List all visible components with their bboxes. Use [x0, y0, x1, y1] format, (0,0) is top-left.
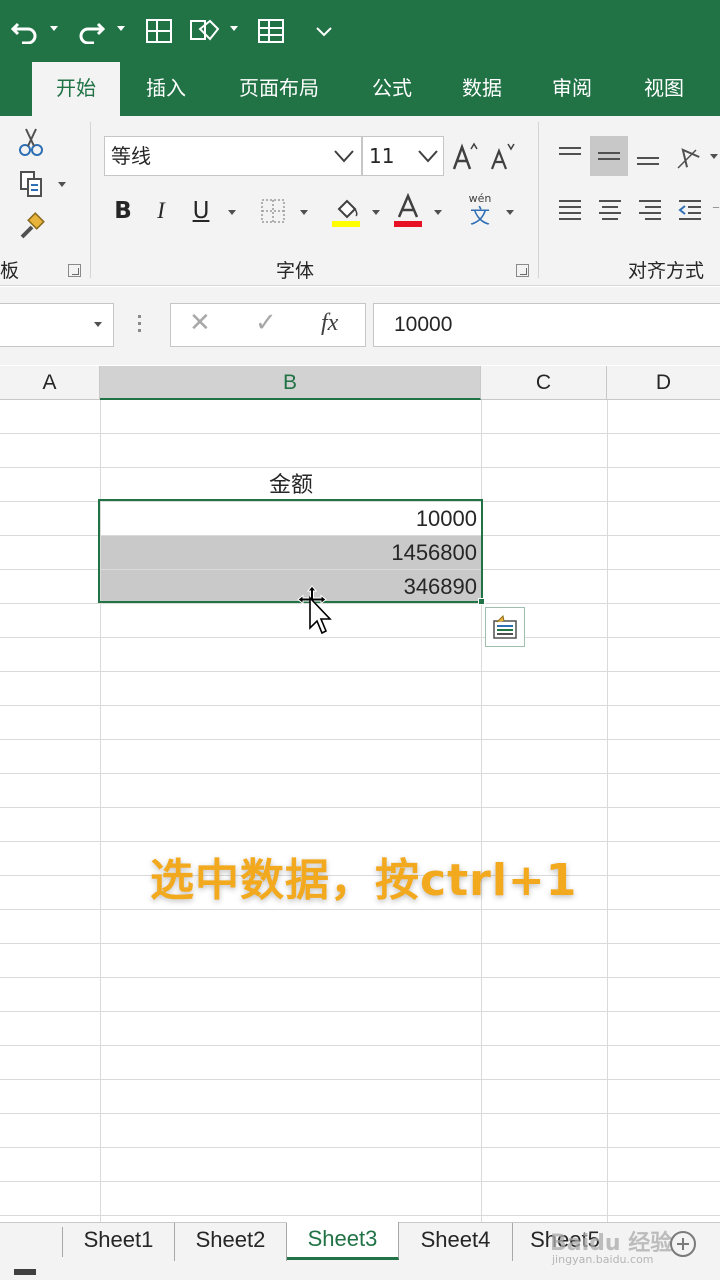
align-center-icon[interactable] [592, 192, 628, 228]
tab-insert[interactable]: 插入 [128, 60, 204, 116]
insert-function-icon[interactable]: fx [321, 310, 338, 337]
copy-dropdown-icon[interactable] [58, 182, 66, 187]
font-group-label: 字体 [276, 260, 315, 282]
chevron-down-icon[interactable] [333, 147, 355, 165]
font-name-combo[interactable]: 等线 [104, 136, 362, 176]
formula-controls: ✕ ✓ fx [170, 303, 366, 347]
group-separator [538, 122, 539, 278]
align-top-icon[interactable] [552, 136, 588, 176]
customize-icon[interactable] [312, 14, 336, 48]
chevron-down-icon[interactable] [417, 147, 439, 165]
redo-icon[interactable] [74, 14, 108, 48]
fill-color-dropdown-icon[interactable] [372, 210, 380, 215]
sheet-tab-3[interactable]: Sheet3 [287, 1222, 399, 1260]
alignment-group-label: 对齐方式 [628, 260, 705, 282]
tab-page-layout[interactable]: 页面布局 [222, 60, 336, 116]
font-size-combo[interactable]: 11 [362, 136, 444, 176]
orientation-dropdown-icon[interactable] [710, 154, 718, 159]
borders-icon[interactable] [254, 194, 292, 228]
italic-button[interactable]: I [146, 194, 176, 228]
column-header-a[interactable]: A [0, 366, 100, 400]
add-sheet-icon[interactable] [670, 1231, 696, 1257]
status-indicator-icon [14, 1269, 36, 1275]
align-middle-icon[interactable] [590, 136, 628, 176]
tutorial-caption: 选中数据，按ctrl+1 [150, 855, 578, 906]
enter-icon[interactable]: ✓ [255, 308, 277, 338]
cut-icon[interactable] [14, 126, 48, 158]
column-header-c[interactable]: C [481, 366, 607, 400]
move-cursor-icon [297, 585, 332, 635]
decrease-indent-icon[interactable] [672, 192, 708, 228]
align-left-icon[interactable] [552, 192, 588, 228]
sheet-tab-2[interactable]: Sheet2 [175, 1223, 287, 1261]
align-right-icon[interactable] [632, 192, 668, 228]
fill-handle[interactable] [478, 598, 485, 605]
tab-data[interactable]: 数据 [444, 60, 520, 116]
selection-range [98, 499, 483, 603]
font-color-dropdown-icon[interactable] [434, 210, 442, 215]
sheet-tab-bar: Sheet1 Sheet2 Sheet3 Sheet4 Sheet5 Baidu… [0, 1222, 720, 1280]
tab-formulas[interactable]: 公式 [354, 60, 430, 116]
name-box[interactable] [0, 303, 114, 347]
clipboard-group-label: 板 [0, 260, 20, 282]
column-headers: A B C D [0, 366, 720, 400]
resize-handle-icon[interactable] [138, 315, 142, 337]
column-header-d[interactable]: D [607, 366, 720, 400]
quick-access-toolbar [0, 0, 720, 60]
name-box-dropdown-icon[interactable] [94, 322, 102, 327]
font-launcher-icon[interactable] [516, 264, 529, 277]
worksheet-grid[interactable]: 金额 10000 1456800 346890 选中数据，按ctrl+1 [0, 400, 720, 1222]
undo-dropdown-icon[interactable] [50, 26, 58, 31]
copy-icon[interactable] [14, 168, 48, 200]
font-size-value: 11 [369, 144, 395, 168]
gridline [607, 400, 608, 1222]
format-painter-icon[interactable] [14, 210, 48, 242]
cancel-icon[interactable]: ✕ [189, 308, 211, 338]
undo-icon[interactable] [8, 14, 42, 48]
increase-font-size-icon[interactable] [450, 140, 480, 172]
tab-view[interactable]: 视图 [624, 60, 704, 116]
decrease-font-size-icon[interactable] [488, 140, 516, 172]
tab-home[interactable]: 开始 [32, 62, 120, 116]
quick-analysis-icon[interactable] [485, 607, 525, 647]
column-header-b[interactable]: B [100, 366, 481, 400]
formula-bar: ✕ ✓ fx 10000 [0, 287, 720, 365]
borders-dropdown-icon[interactable] [300, 210, 308, 215]
phonetic-dropdown-icon[interactable] [506, 210, 514, 215]
orientation-icon[interactable] [672, 136, 706, 176]
underline-dropdown-icon[interactable] [228, 210, 236, 215]
cell-b3-header[interactable]: 金额 [101, 468, 481, 501]
increase-indent-icon[interactable] [712, 192, 720, 228]
phonetic-character: 文 [470, 204, 490, 228]
ribbon: 板 等线 11 B I U wén 文 字体 对齐方式 [0, 116, 720, 286]
underline-button[interactable]: U [186, 194, 216, 228]
fill-color-icon[interactable] [330, 192, 362, 228]
table-icon[interactable] [142, 14, 176, 48]
grid-icon[interactable] [254, 14, 288, 48]
shape-dropdown-icon[interactable] [230, 26, 238, 31]
shape-icon[interactable] [186, 14, 222, 48]
align-bottom-icon[interactable] [630, 136, 666, 176]
watermark-url: jingyan.baidu.com [552, 1253, 654, 1266]
clipboard-launcher-icon[interactable] [68, 264, 81, 277]
bold-button[interactable]: B [108, 194, 138, 228]
font-color-icon[interactable] [392, 192, 424, 228]
formula-input[interactable]: 10000 [373, 303, 720, 347]
sheet-tab-1[interactable]: Sheet1 [63, 1223, 175, 1261]
sheet-tab-4[interactable]: Sheet4 [399, 1223, 513, 1261]
tab-review[interactable]: 审阅 [534, 60, 610, 116]
group-separator [90, 122, 91, 278]
phonetic-guide-button[interactable]: wén 文 [462, 190, 498, 230]
redo-dropdown-icon[interactable] [117, 26, 125, 31]
ribbon-tabs: 开始 插入 页面布局 公式 数据 审阅 视图 [0, 60, 720, 116]
font-name-value: 等线 [111, 144, 151, 168]
